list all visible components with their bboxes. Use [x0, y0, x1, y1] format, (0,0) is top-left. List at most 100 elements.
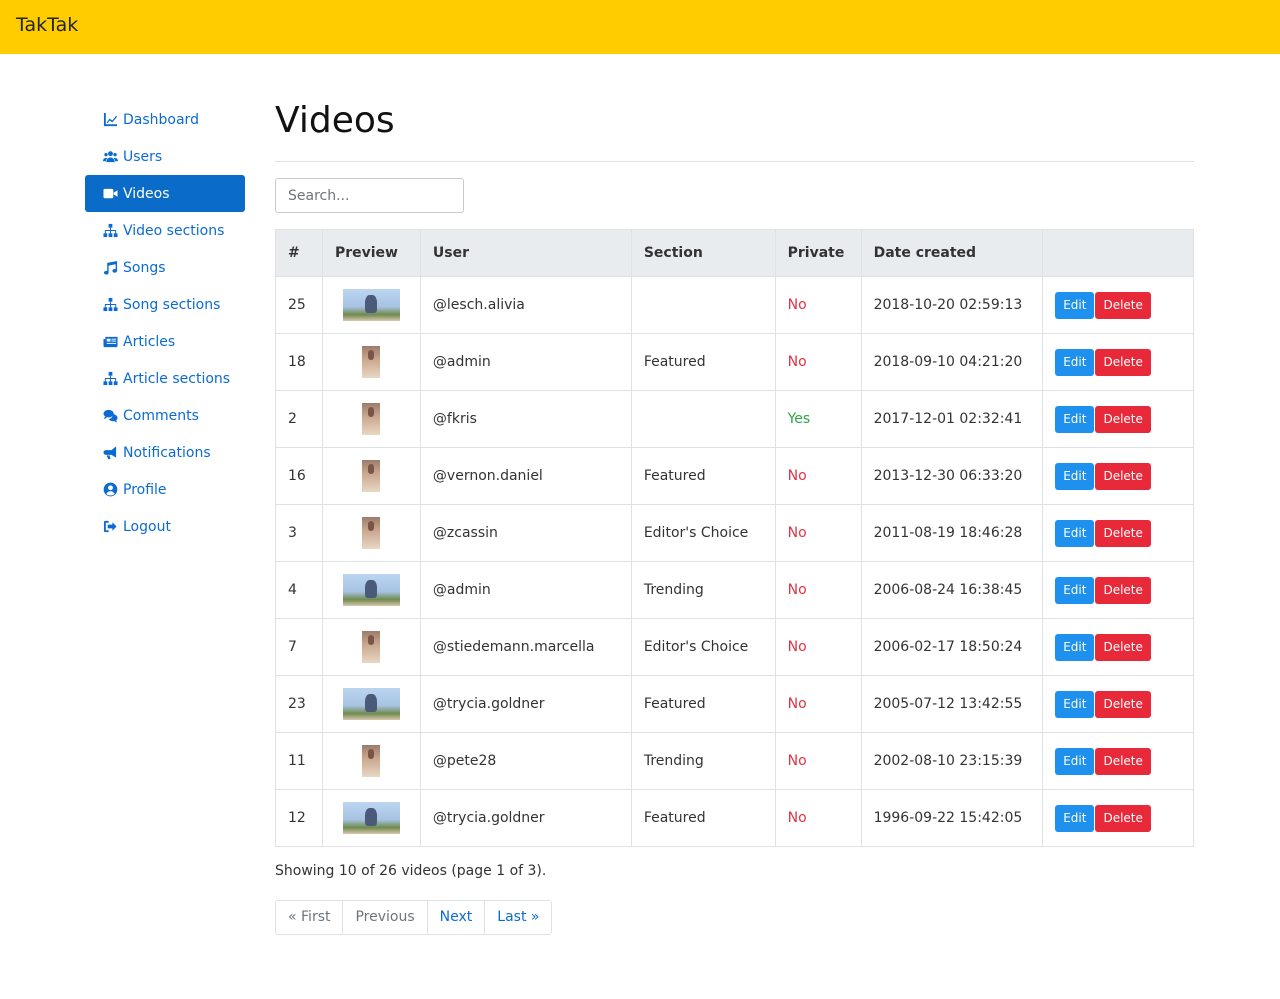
video-id: 25 [275, 276, 323, 334]
delete-button[interactable]: Delete [1095, 690, 1151, 718]
delete-button[interactable]: Delete [1095, 633, 1151, 661]
video-thumbnail[interactable] [342, 289, 400, 321]
video-thumbnail[interactable] [342, 802, 400, 834]
video-thumbnail[interactable] [362, 745, 381, 777]
video-thumbnail[interactable] [342, 688, 400, 720]
preview-cell [321, 789, 421, 847]
sidebar-item-videos[interactable]: Videos [85, 175, 245, 212]
preview-cell [321, 276, 421, 334]
sidebar-item-article-sections[interactable]: Article sections [85, 360, 245, 397]
sidebar-item-profile[interactable]: Profile [85, 471, 245, 508]
video-thumbnail[interactable] [362, 517, 381, 549]
table-header-row: # Preview User Section Private Date crea… [275, 229, 1194, 277]
main-content: Videos # Preview User Section Private Da… [275, 95, 1194, 935]
table-row: 11 @pete28 Trending No 2002-08-10 23:15:39 Ed… [275, 732, 1194, 790]
sidebar-item-articles[interactable]: Articles [85, 323, 245, 360]
sidebar-item-song-sections[interactable]: Song sections [85, 286, 245, 323]
delete-button[interactable]: Delete [1095, 804, 1151, 832]
preview-cell [321, 675, 421, 733]
row-actions: Edit Delete [1042, 561, 1194, 619]
user-circle-icon [101, 482, 119, 498]
sign-out-icon [101, 519, 119, 535]
video-user: @lesch.alivia [419, 276, 632, 334]
column-header-private: Private [774, 229, 862, 277]
sidebar-item-label: Notifications [123, 444, 211, 461]
comments-icon [101, 408, 119, 424]
video-id: 23 [275, 675, 323, 733]
edit-button[interactable]: Edit [1055, 519, 1095, 547]
video-section: Editor's Choice [630, 618, 776, 676]
delete-button[interactable]: Delete [1095, 519, 1151, 547]
pagination-previous-button[interactable]: Previous [343, 901, 428, 934]
brand-logo[interactable]: TakTak [16, 14, 78, 36]
preview-cell [321, 561, 421, 619]
edit-button[interactable]: Edit [1055, 405, 1095, 433]
video-user: @vernon.daniel [419, 447, 632, 505]
video-thumbnail[interactable] [362, 403, 381, 435]
sitemap-icon [101, 223, 119, 239]
edit-button[interactable]: Edit [1055, 462, 1095, 490]
video-thumbnail[interactable] [362, 346, 381, 378]
video-date-created: 2006-08-24 16:38:45 [860, 561, 1044, 619]
video-date-created: 2017-12-01 02:32:41 [860, 390, 1044, 448]
edit-button[interactable]: Edit [1055, 804, 1095, 832]
table-row: 16 @vernon.daniel Featured No 2013-12-30 06:… [275, 447, 1194, 505]
delete-button[interactable]: Delete [1095, 462, 1151, 490]
sidebar-item-logout[interactable]: Logout [85, 508, 245, 545]
sidebar-item-users[interactable]: Users [85, 138, 245, 175]
sidebar-item-notifications[interactable]: Notifications [85, 434, 245, 471]
pagination-next-button[interactable]: Next [428, 901, 486, 934]
video-date-created: 1996-09-22 15:42:05 [860, 789, 1044, 847]
newspaper-icon [101, 334, 119, 350]
video-private: No [774, 789, 862, 847]
row-actions: Edit Delete [1042, 390, 1194, 448]
video-thumbnail[interactable] [362, 460, 381, 492]
video-id: 18 [275, 333, 323, 391]
row-actions: Edit Delete [1042, 618, 1194, 676]
table-row: 2 @fkris Yes 2017-12-01 02:32:41 Edit Delete [275, 390, 1194, 448]
edit-button[interactable]: Edit [1055, 747, 1095, 775]
video-icon [101, 186, 119, 202]
video-id: 16 [275, 447, 323, 505]
video-id: 4 [275, 561, 323, 619]
video-private: No [774, 732, 862, 790]
video-section: Editor's Choice [630, 504, 776, 562]
row-actions: Edit Delete [1042, 276, 1194, 334]
sidebar-item-video-sections[interactable]: Video sections [85, 212, 245, 249]
video-section: Trending [630, 732, 776, 790]
edit-button[interactable]: Edit [1055, 690, 1095, 718]
pagination-first-button[interactable]: « First [276, 901, 344, 934]
video-thumbnail[interactable] [362, 631, 381, 663]
sidebar-item-label: Logout [123, 518, 171, 535]
sidebar-item-songs[interactable]: Songs [85, 249, 245, 286]
column-header-date-created: Date created [860, 229, 1044, 277]
column-header-actions [1042, 229, 1194, 277]
edit-button[interactable]: Edit [1055, 576, 1095, 604]
search-input[interactable] [275, 178, 464, 213]
table-row: 23 @trycia.goldner Featured No 2005-07-12 13… [275, 675, 1194, 733]
music-icon [101, 260, 119, 276]
delete-button[interactable]: Delete [1095, 291, 1151, 319]
edit-button[interactable]: Edit [1055, 291, 1095, 319]
sidebar-item-label: Songs [123, 259, 166, 276]
table-row: 12 @trycia.goldner Featured No 1996-09-22 15… [275, 789, 1194, 847]
table-row: 25 @lesch.alivia No 2018-10-20 02:59:13 Edit… [275, 276, 1194, 334]
table-row: 4 @admin Trending No 2006-08-24 16:38:45 Edit… [275, 561, 1194, 619]
delete-button[interactable]: Delete [1095, 576, 1151, 604]
delete-button[interactable]: Delete [1095, 348, 1151, 376]
delete-button[interactable]: Delete [1095, 747, 1151, 775]
edit-button[interactable]: Edit [1055, 633, 1095, 661]
edit-button[interactable]: Edit [1055, 348, 1095, 376]
video-thumbnail[interactable] [342, 574, 400, 606]
video-id: 11 [275, 732, 323, 790]
sidebar-item-label: Dashboard [123, 111, 199, 128]
users-icon [101, 149, 119, 165]
pagination-last-button[interactable]: Last » [485, 901, 551, 934]
sidebar-item-comments[interactable]: Comments [85, 397, 245, 434]
delete-button[interactable]: Delete [1095, 405, 1151, 433]
video-id: 2 [275, 390, 323, 448]
video-user: @stiedemann.marcella [419, 618, 632, 676]
video-section [630, 390, 776, 448]
video-private: No [774, 447, 862, 505]
sidebar-item-dashboard[interactable]: Dashboard [85, 101, 245, 138]
